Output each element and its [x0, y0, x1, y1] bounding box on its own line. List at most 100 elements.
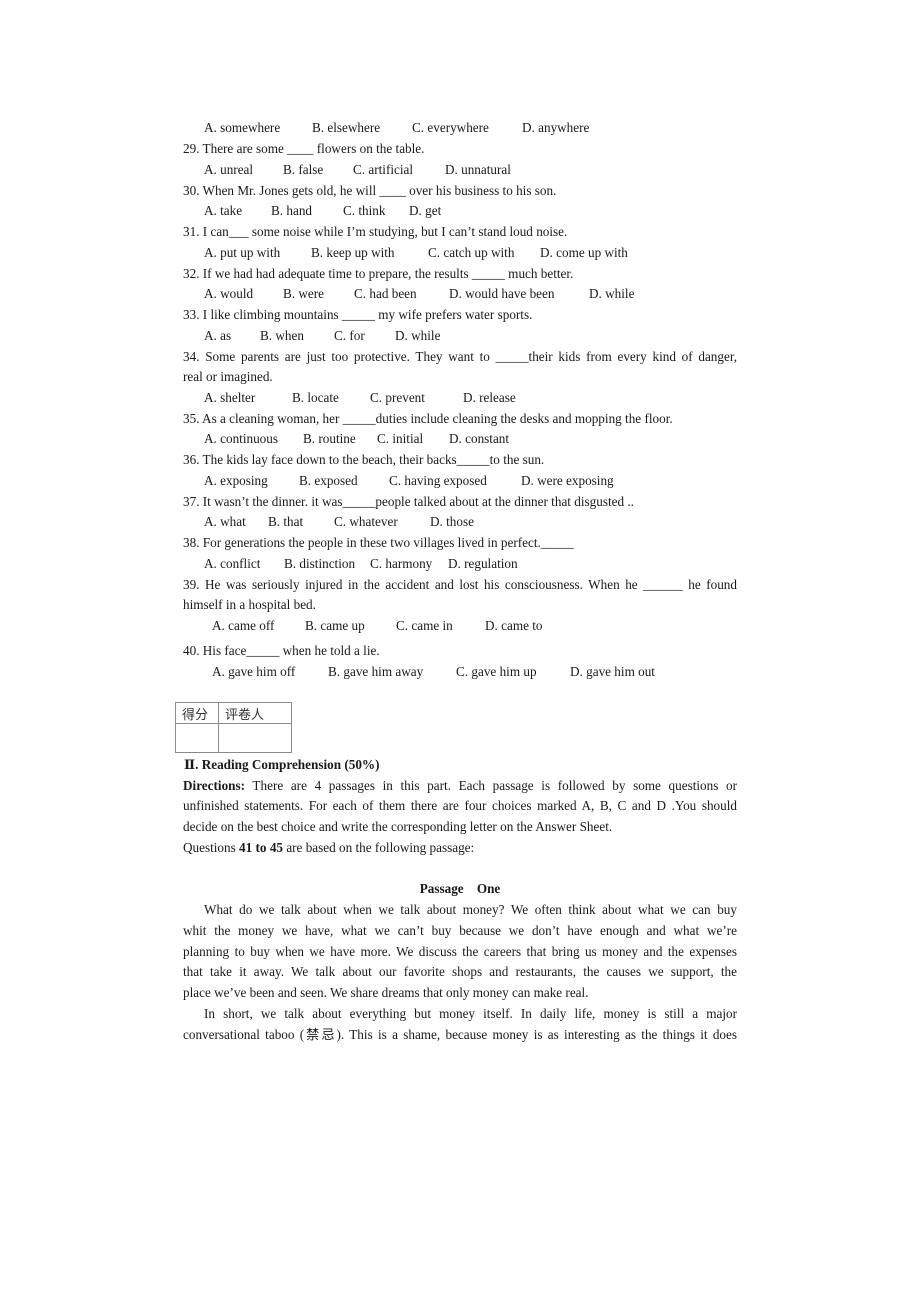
option: A. would: [204, 286, 254, 301]
option: B. hand: [271, 203, 313, 218]
option: D. regulation: [448, 556, 518, 571]
option: A. put up with: [204, 245, 281, 260]
option: A. continuous: [204, 431, 278, 446]
option: B. were: [283, 286, 325, 301]
option: D. while: [395, 328, 441, 343]
option: C. prevent: [370, 390, 425, 405]
questions-intro: Questions 41 to 45 are based on the foll…: [183, 840, 474, 856]
passage-title: Passage One: [419, 881, 501, 896]
questions-prefix: Questions: [183, 840, 240, 855]
directions-line-2: unfinished statements. For each of them …: [183, 798, 737, 813]
option: D. get: [409, 203, 442, 218]
option: B. locate: [292, 390, 339, 405]
grader-cell[interactable]: [218, 723, 292, 753]
option: B. false: [283, 162, 324, 177]
question-30-options: A. take B. hand C. think D. get: [204, 203, 441, 219]
directions-line-3: decide on the best choice and write the …: [183, 819, 613, 834]
option: B. elsewhere: [312, 120, 381, 135]
question-39-stem-cont: himself in a hospital bed.: [183, 597, 316, 612]
option: C. came in: [396, 618, 453, 633]
question-38-options: A. conflict B. distinction C. harmony D. re…: [204, 556, 518, 572]
question-35-options: A. continuous B. routine C. initial D. cons…: [204, 431, 509, 447]
option: D. come up with: [540, 245, 628, 260]
option: C. catch up with: [428, 245, 515, 260]
option: C. initial: [377, 431, 424, 446]
passage-line: planning to buy when we have more. We di…: [183, 944, 737, 959]
question-34-options: A. shelter B. locate C. prevent D. release: [204, 390, 516, 406]
directions-text: There are 4 passages in this part. Each …: [245, 778, 737, 793]
option: D. gave him out: [570, 664, 655, 679]
option: D. unnatural: [445, 162, 511, 177]
question-33-options: A. as B. when C. for D. while: [204, 328, 440, 344]
directions-line-1: Directions: There are 4 passages in this…: [183, 778, 737, 794]
question-34-stem: 34. Some parents are just too protective…: [183, 349, 737, 364]
option: D. those: [430, 514, 474, 529]
question-34-stem-cont: real or imagined.: [183, 369, 273, 384]
option: A. somewhere: [204, 120, 281, 135]
option: C. gave him up: [456, 664, 537, 679]
question-36-stem: 36. The kids lay face down to the beach,…: [183, 452, 545, 467]
passage-line: that take it away. We talk about our fav…: [183, 964, 737, 979]
question-29-stem: 29. There are some ____ flowers on the t…: [183, 141, 425, 156]
question-29-options: A. unreal B. false C. artificial D. unnatur…: [204, 162, 511, 178]
option: B. when: [260, 328, 304, 343]
option: B. distinction: [284, 556, 356, 571]
question-37-stem: 37. It wasn’t the dinner. it was_____peo…: [183, 494, 634, 509]
question-31-options: A. put up with B. keep up with C. catch up…: [204, 245, 628, 261]
question-30-stem: 30. When Mr. Jones gets old, he will ___…: [183, 183, 557, 198]
option: B. keep up with: [311, 245, 395, 260]
option: C. for: [334, 328, 365, 343]
question-35-stem: 35. As a cleaning woman, her _____duties…: [183, 411, 673, 426]
question-32-options: A. would B. were C. had been D. would have …: [204, 286, 634, 302]
option: D. were exposing: [521, 473, 614, 488]
question-32-stem: 32. If we had had adequate time to prepa…: [183, 266, 574, 281]
question-40-options: A. gave him off B. gave him away C. gave h…: [212, 664, 655, 680]
option: D. while: [589, 286, 635, 301]
option: B. came up: [305, 618, 365, 633]
question-33-stem: 33. I like climbing mountains _____ my w…: [183, 307, 533, 322]
question-39-options: A. came off B. came up C. came in D. came t…: [212, 618, 543, 634]
option: A. exposing: [204, 473, 268, 488]
option: A. conflict: [204, 556, 261, 571]
passage-line: conversational taboo (禁忌). This is a sha…: [183, 1027, 737, 1042]
score-header: 得分: [175, 702, 219, 724]
option: C. whatever: [334, 514, 398, 529]
option: A. came off: [212, 618, 275, 633]
option: C. think: [343, 203, 386, 218]
passage-line: place we’ve been and seen. We share drea…: [183, 985, 589, 1000]
option: B. gave him away: [328, 664, 424, 679]
option: B. routine: [303, 431, 356, 446]
option: D. came to: [485, 618, 543, 633]
option: D. release: [463, 390, 516, 405]
passage-line: What do we talk about when we talk about…: [204, 902, 737, 917]
question-38-stem: 38. For generations the people in these …: [183, 535, 574, 550]
passage-line: In short, we talk about everything but m…: [204, 1006, 737, 1021]
option: B. exposed: [299, 473, 358, 488]
option: A. gave him off: [212, 664, 296, 679]
option: A. unreal: [204, 162, 254, 177]
option: A. shelter: [204, 390, 256, 405]
option: D. anywhere: [522, 120, 590, 135]
directions-label: Directions:: [183, 778, 246, 793]
option: C. harmony: [370, 556, 433, 571]
grader-header: 评卷人: [218, 702, 292, 724]
section-title: Ⅱ. Reading Comprehension (50%): [184, 757, 380, 772]
option: C. everywhere: [412, 120, 489, 135]
question-28-options: A. somewhere B. elsewhere C. everywhere D. …: [204, 120, 589, 136]
question-40-stem: 40. His face_____ when he told a lie.: [183, 643, 380, 658]
score-cell[interactable]: [175, 723, 219, 753]
questions-suffix: are based on the following passage:: [283, 840, 475, 855]
option: B. that: [268, 514, 304, 529]
option: C. having exposed: [389, 473, 487, 488]
option: D. would have been: [449, 286, 555, 301]
option: A. as: [204, 328, 232, 343]
option: C. artificial: [353, 162, 414, 177]
option: D. constant: [449, 431, 510, 446]
question-39-stem: 39. He was seriously injured in the acci…: [183, 577, 737, 592]
questions-range: 41 to 45: [239, 840, 284, 855]
passage-line: whit the money we have, what we can’t bu…: [183, 923, 737, 938]
option: A. what: [204, 514, 246, 529]
option: A. take: [204, 203, 243, 218]
question-36-options: A. exposing B. exposed C. having exposed D.…: [204, 473, 614, 489]
option: C. had been: [354, 286, 417, 301]
